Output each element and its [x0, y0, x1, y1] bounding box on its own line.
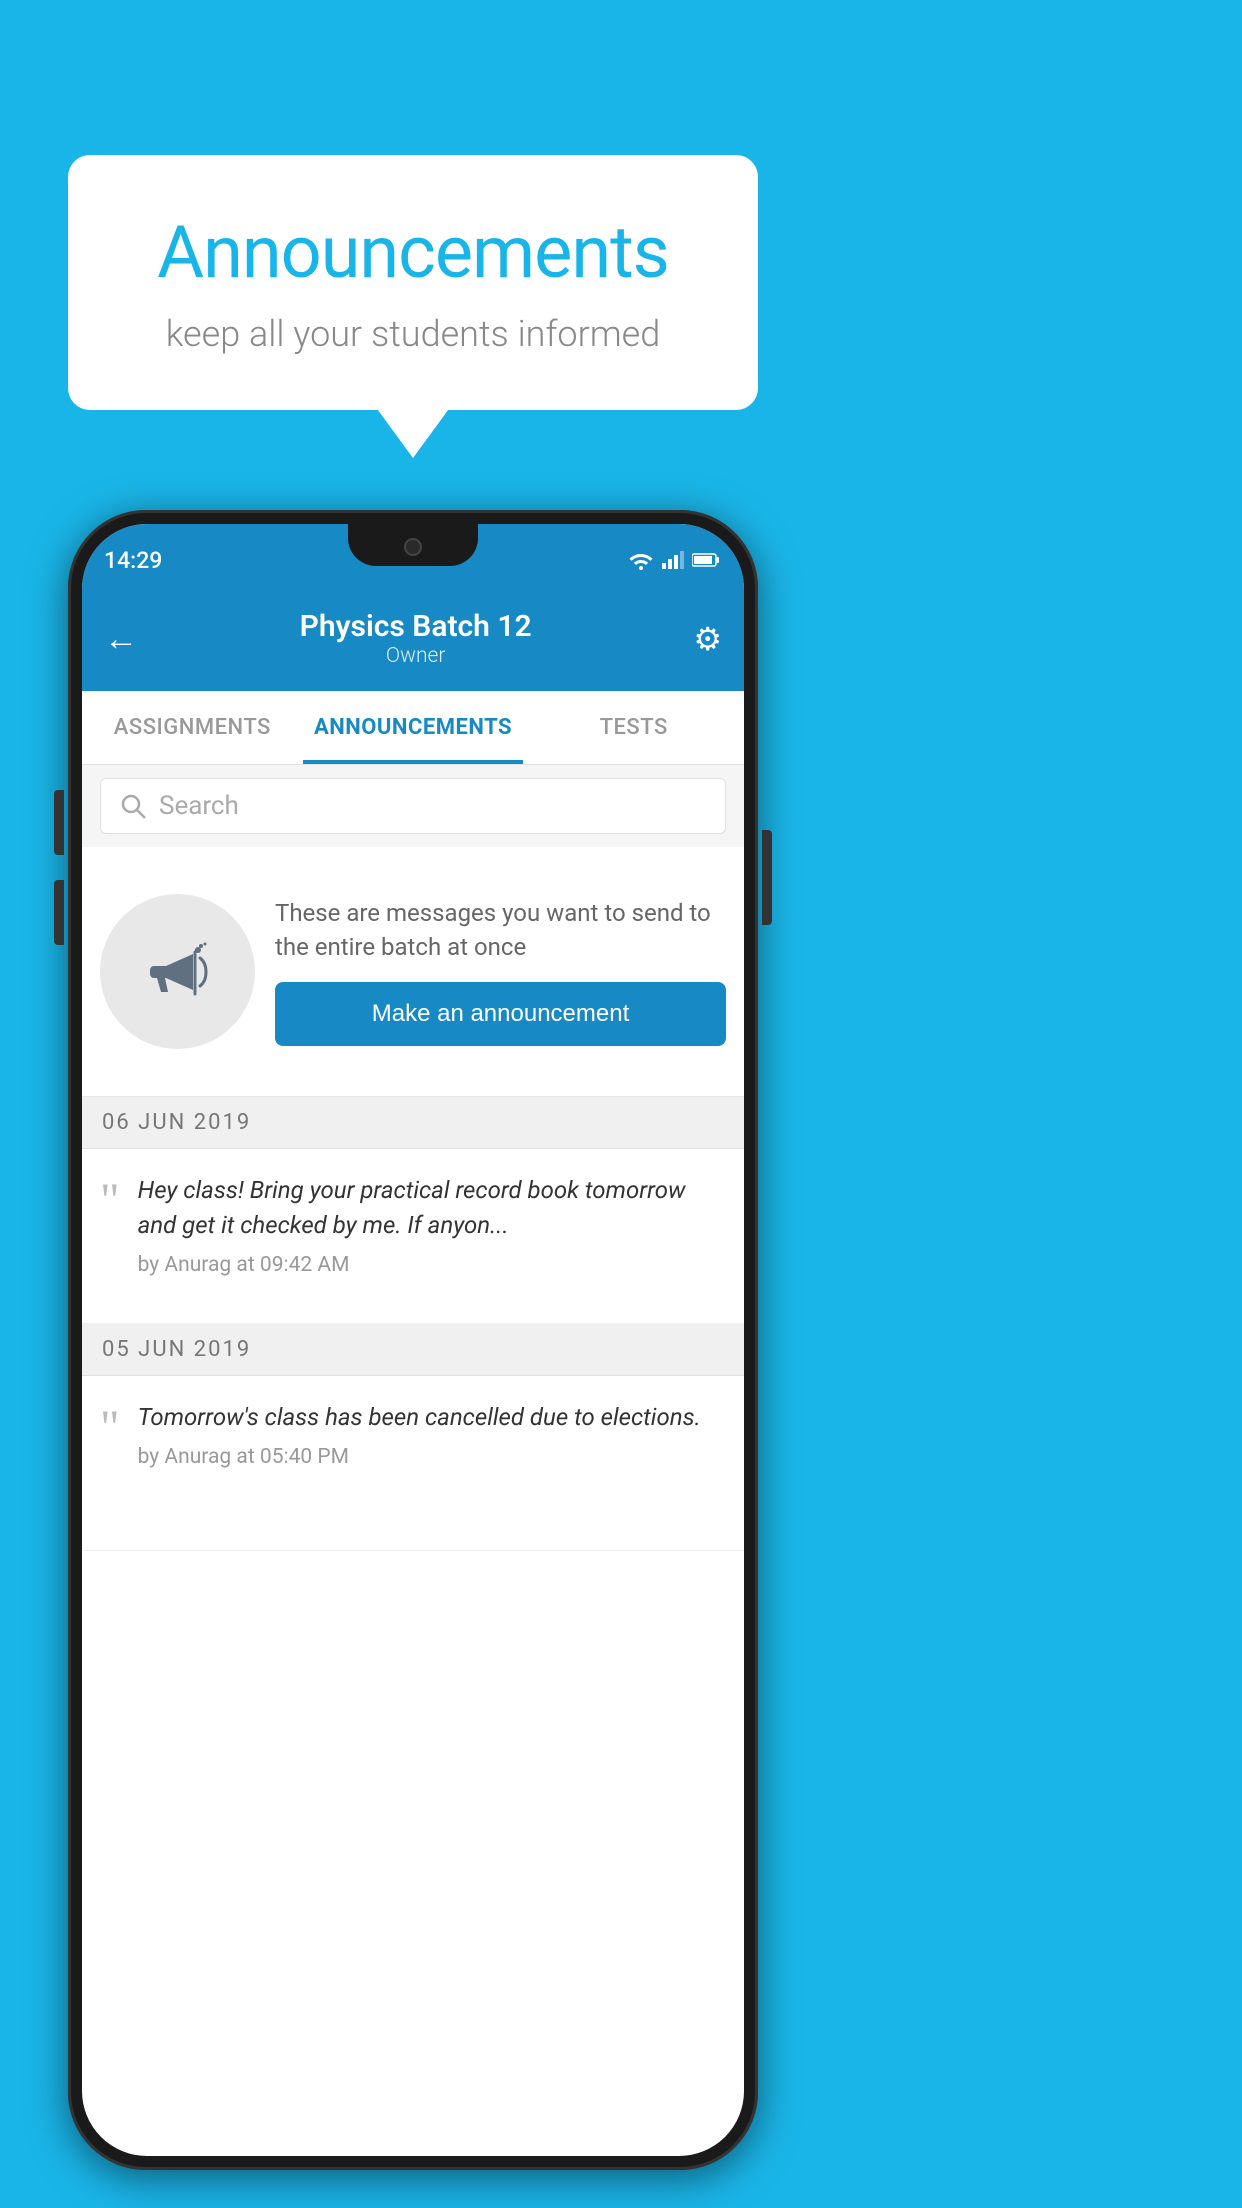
promo-content: These are messages you want to send to t…: [275, 897, 726, 1046]
status-icons: [628, 540, 720, 570]
header-center: Physics Batch 12 Owner: [138, 609, 693, 668]
batch-title: Physics Batch 12: [138, 609, 693, 644]
promo-icon-circle: [100, 894, 255, 1049]
ann-message-1: Hey class! Bring your practical record b…: [138, 1173, 726, 1243]
search-icon: [119, 792, 147, 820]
status-time: 14:29: [104, 537, 162, 574]
tab-tests[interactable]: TESTS: [523, 691, 744, 764]
phone-container: 14:29: [68, 510, 758, 2170]
ann-content-2: Tomorrow's class has been cancelled due …: [138, 1400, 726, 1469]
speech-bubble: Announcements keep all your students inf…: [68, 155, 758, 410]
ann-author-1: by Anurag at 09:42 AM: [138, 1253, 726, 1277]
tabs-bar: ASSIGNMENTS ANNOUNCEMENTS TESTS: [82, 691, 744, 765]
megaphone-icon: [138, 932, 218, 1012]
search-bar-area: Search: [82, 765, 744, 847]
date-separator-2: 05 JUN 2019: [82, 1324, 744, 1376]
speech-bubble-subtitle: keep all your students informed: [118, 313, 708, 355]
date-label-2: 05 JUN 2019: [102, 1337, 251, 1362]
app-header: ← Physics Batch 12 Owner ⚙: [82, 586, 744, 691]
promo-card: These are messages you want to send to t…: [82, 847, 744, 1097]
settings-button[interactable]: ⚙: [693, 620, 722, 658]
volume-up-button: [54, 790, 64, 855]
date-separator-1: 06 JUN 2019: [82, 1097, 744, 1149]
speech-bubble-title: Announcements: [118, 210, 708, 295]
quote-icon-1: ": [100, 1177, 120, 1225]
ann-message-2: Tomorrow's class has been cancelled due …: [138, 1400, 726, 1435]
tab-assignments[interactable]: ASSIGNMENTS: [82, 691, 303, 764]
camera-dot: [404, 538, 422, 556]
search-input-box[interactable]: Search: [100, 778, 726, 834]
wifi-icon: [628, 550, 654, 570]
ann-content-1: Hey class! Bring your practical record b…: [138, 1173, 726, 1277]
battery-icon: [692, 552, 720, 568]
phone-screen: 14:29: [82, 524, 744, 2156]
phone-outer: 14:29: [68, 510, 758, 2170]
search-placeholder: Search: [159, 791, 239, 821]
back-button[interactable]: ←: [104, 619, 138, 659]
volume-down-button: [54, 880, 64, 945]
ann-author-2: by Anurag at 05:40 PM: [138, 1445, 726, 1469]
promo-description: These are messages you want to send to t…: [275, 897, 726, 964]
speech-bubble-container: Announcements keep all your students inf…: [68, 155, 758, 410]
power-button: [762, 830, 772, 925]
make-announcement-button[interactable]: Make an announcement: [275, 982, 726, 1046]
quote-icon-2: ": [100, 1404, 120, 1452]
date-label-1: 06 JUN 2019: [102, 1110, 251, 1135]
signal-icon: [662, 551, 684, 569]
owner-label: Owner: [138, 644, 693, 668]
announcement-item-2[interactable]: " Tomorrow's class has been cancelled du…: [82, 1376, 744, 1551]
tab-announcements[interactable]: ANNOUNCEMENTS: [303, 691, 524, 764]
notch: [348, 524, 478, 566]
announcement-item-1[interactable]: " Hey class! Bring your practical record…: [82, 1149, 744, 1324]
